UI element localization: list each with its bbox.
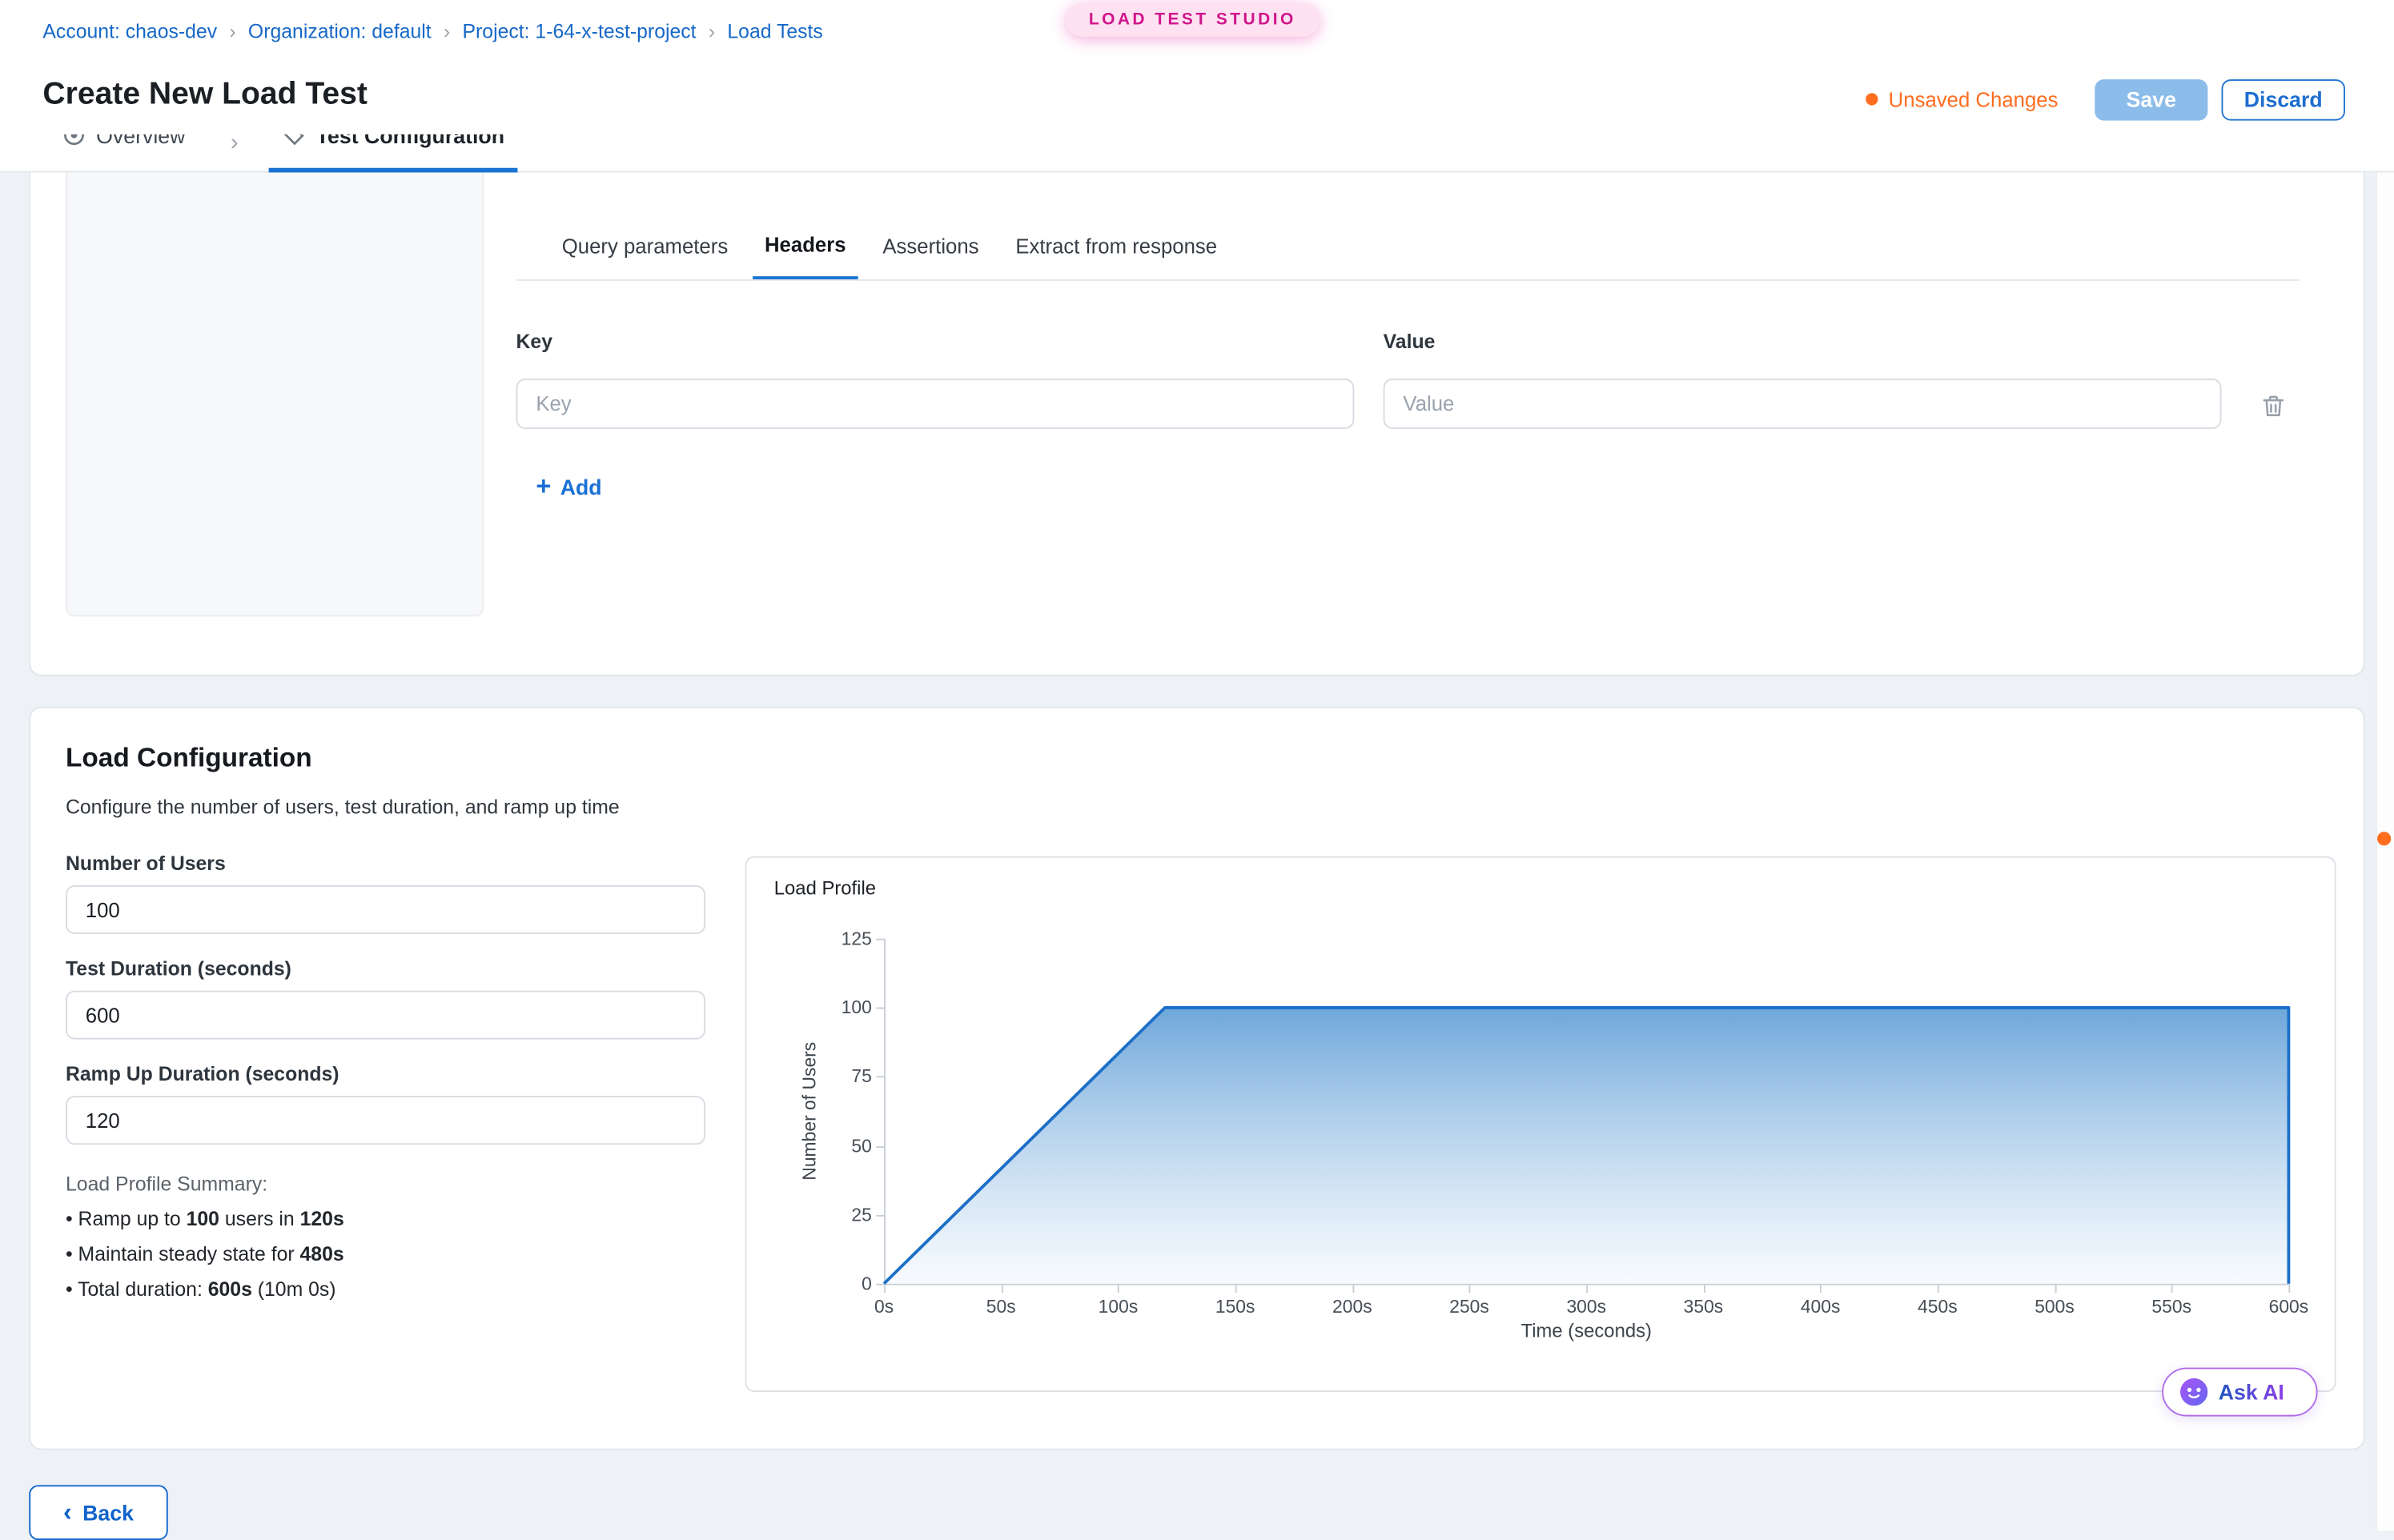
summary-item-steady-state: • Maintain steady state for 480s — [66, 1242, 344, 1265]
value-label: Value — [1384, 330, 1436, 353]
x-tick-mark — [2288, 1285, 2290, 1293]
x-tick-mark — [1938, 1285, 1939, 1293]
y-tick-mark — [877, 939, 885, 940]
test-duration-label: Test Duration (seconds) — [66, 957, 291, 981]
y-tick-mark — [877, 1077, 885, 1078]
x-tick-mark — [884, 1285, 886, 1293]
y-axis-label: Number of Users — [798, 1042, 820, 1181]
y-tick-mark — [877, 1284, 885, 1285]
x-tick-label: 200s — [1332, 1296, 1372, 1317]
x-tick-mark — [1469, 1285, 1471, 1293]
unsaved-changes-status: Unsaved Changes — [1866, 88, 2058, 111]
x-tick-mark — [1821, 1285, 1822, 1293]
y-tick-mark — [877, 1214, 885, 1216]
number-of-users-label: Number of Users — [66, 852, 226, 875]
request-side-panel — [66, 171, 484, 617]
page-root: Overview › Test Configuration Account: c… — [0, 0, 2394, 1531]
ai-assistant-icon — [2180, 1378, 2207, 1406]
page-header: Account: chaos-dev › Organization: defau… — [0, 0, 2394, 134]
x-tick-label: 400s — [1801, 1296, 1841, 1317]
x-tick-label: 300s — [1566, 1296, 1606, 1317]
tab-query-parameters[interactable]: Query parameters — [549, 214, 740, 279]
summary-item-total-duration: • Total duration: 600s (10m 0s) — [66, 1277, 336, 1301]
value-input[interactable] — [1384, 379, 2222, 429]
breadcrumb-organization-link[interactable]: Organization: default — [248, 20, 432, 43]
chevron-left-icon: ‹ — [63, 1497, 72, 1527]
x-tick-label: 250s — [1449, 1296, 1489, 1317]
unsaved-dot-icon — [1866, 93, 1878, 105]
page-title: Create New Load Test — [42, 76, 368, 113]
discard-button[interactable]: Discard — [2222, 78, 2345, 119]
back-button[interactable]: ‹ Back — [29, 1485, 168, 1540]
key-input[interactable] — [516, 379, 1355, 429]
x-tick-mark — [1352, 1285, 1354, 1293]
unsaved-changes-label: Unsaved Changes — [1889, 88, 2059, 111]
save-button[interactable]: Save — [2095, 78, 2207, 119]
ramp-up-duration-label: Ramp Up Duration (seconds) — [66, 1062, 339, 1085]
load-test-studio-badge: LOAD TEST STUDIO — [1066, 3, 1319, 37]
key-label: Key — [516, 330, 552, 353]
x-tick-mark — [2055, 1285, 2056, 1293]
y-tick-mark — [877, 1008, 885, 1009]
chevron-right-icon: › — [229, 20, 235, 43]
header-actions: Unsaved Changes Save Discard — [1866, 78, 2345, 120]
add-header-button[interactable]: + Add — [536, 473, 601, 499]
x-tick-label: 500s — [2034, 1296, 2075, 1317]
breadcrumb-account-link[interactable]: Account: chaos-dev — [42, 20, 217, 43]
ramp-up-duration-input[interactable] — [66, 1096, 705, 1145]
x-tick-label: 50s — [986, 1296, 1016, 1317]
trash-icon — [2259, 392, 2287, 419]
tab-headers[interactable]: Headers — [753, 214, 858, 279]
tab-assertions[interactable]: Assertions — [870, 214, 991, 279]
number-of-users-input[interactable] — [66, 885, 705, 934]
tab-extract-from-response[interactable]: Extract from response — [1003, 214, 1229, 279]
x-tick-label: 350s — [1684, 1296, 1724, 1317]
x-tick-mark — [2171, 1285, 2173, 1293]
breadcrumb-project-link[interactable]: Project: 1-64-x-test-project — [462, 20, 696, 43]
load-profile-summary-title: Load Profile Summary: — [66, 1172, 267, 1195]
ask-ai-button[interactable]: Ask AI — [2162, 1368, 2318, 1417]
load-profile-chart: Load Profile Number of Users Time (secon… — [745, 856, 2336, 1392]
x-tick-mark — [1001, 1285, 1002, 1293]
breadcrumb: Account: chaos-dev › Organization: defau… — [42, 20, 822, 43]
y-tick-label: 25 — [805, 1204, 872, 1225]
plus-icon: + — [536, 473, 551, 499]
x-tick-label: 100s — [1099, 1296, 1139, 1317]
request-tabs: Query parameters Headers Assertions Extr… — [516, 214, 2300, 281]
back-button-label: Back — [82, 1500, 134, 1525]
x-tick-label: 450s — [1918, 1296, 1958, 1317]
chevron-right-icon: › — [709, 20, 715, 43]
chart-title: Load Profile — [774, 877, 876, 899]
test-duration-input[interactable] — [66, 991, 705, 1040]
x-axis-line — [884, 1284, 2290, 1285]
x-tick-mark — [1118, 1285, 1119, 1293]
x-tick-mark — [1703, 1285, 1705, 1293]
load-config-card: Load Configuration Configure the number … — [29, 707, 2365, 1450]
y-tick-label: 100 — [805, 997, 872, 1019]
x-axis-label: Time (seconds) — [1521, 1320, 1652, 1341]
x-tick-mark — [1586, 1285, 1588, 1293]
load-profile-plot — [884, 939, 2288, 1284]
x-tick-label: 600s — [2269, 1296, 2309, 1317]
ask-ai-label: Ask AI — [2219, 1380, 2284, 1405]
delete-row-button[interactable] — [2259, 392, 2287, 419]
chevron-right-icon: › — [444, 20, 450, 43]
load-area — [884, 1008, 2288, 1284]
x-tick-label: 0s — [874, 1296, 894, 1317]
load-config-subtitle: Configure the number of users, test dura… — [66, 795, 620, 818]
x-tick-mark — [1235, 1285, 1237, 1293]
summary-item-ramp-up: • Ramp up to 100 users in 120s — [66, 1207, 344, 1230]
y-tick-label: 125 — [805, 928, 872, 949]
breadcrumb-load-tests-link[interactable]: Load Tests — [727, 20, 822, 43]
y-tick-label: 0 — [805, 1273, 872, 1294]
load-config-title: Load Configuration — [66, 742, 312, 774]
add-button-label: Add — [560, 474, 602, 499]
request-config-card: Query parameters Headers Assertions Extr… — [29, 171, 2365, 676]
y-tick-mark — [877, 1145, 885, 1147]
x-tick-label: 150s — [1215, 1296, 1255, 1317]
x-tick-label: 550s — [2151, 1296, 2191, 1317]
notification-dot — [2377, 832, 2391, 845]
